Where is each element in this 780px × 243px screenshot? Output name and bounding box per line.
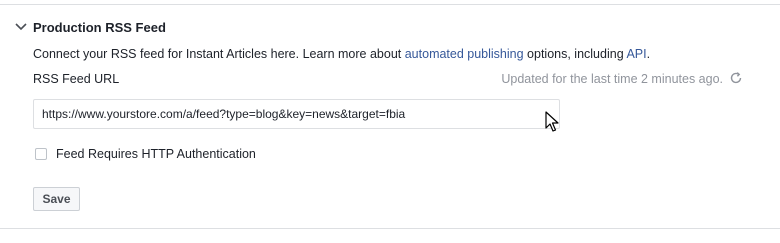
save-button[interactable]: Save [33,187,80,211]
section-header[interactable]: Production RSS Feed [14,17,166,37]
api-link[interactable]: API [626,47,646,61]
section-title: Production RSS Feed [33,19,166,35]
description-suffix: . [646,47,651,61]
rss-feed-url-input[interactable] [33,99,560,129]
bottom-divider [0,228,780,229]
description-prefix: Connect your RSS feed for Instant Articl… [33,47,405,61]
rss-feed-url-label: RSS Feed URL [33,72,120,86]
http-auth-checkbox[interactable] [35,148,47,160]
http-auth-option[interactable]: Feed Requires HTTP Authentication [35,147,256,161]
top-divider [0,4,780,5]
chevron-down-icon[interactable] [14,20,28,34]
last-updated-status: Updated for the last time 2 minutes ago. [501,72,723,86]
description-middle: options, including [523,47,627,61]
http-auth-label: Feed Requires HTTP Authentication [56,147,256,161]
section-description: Connect your RSS feed for Instant Articl… [33,47,650,61]
automated-publishing-link[interactable]: automated publishing [405,47,524,61]
mouse-pointer-icon [545,111,559,133]
refresh-icon[interactable] [729,71,743,85]
